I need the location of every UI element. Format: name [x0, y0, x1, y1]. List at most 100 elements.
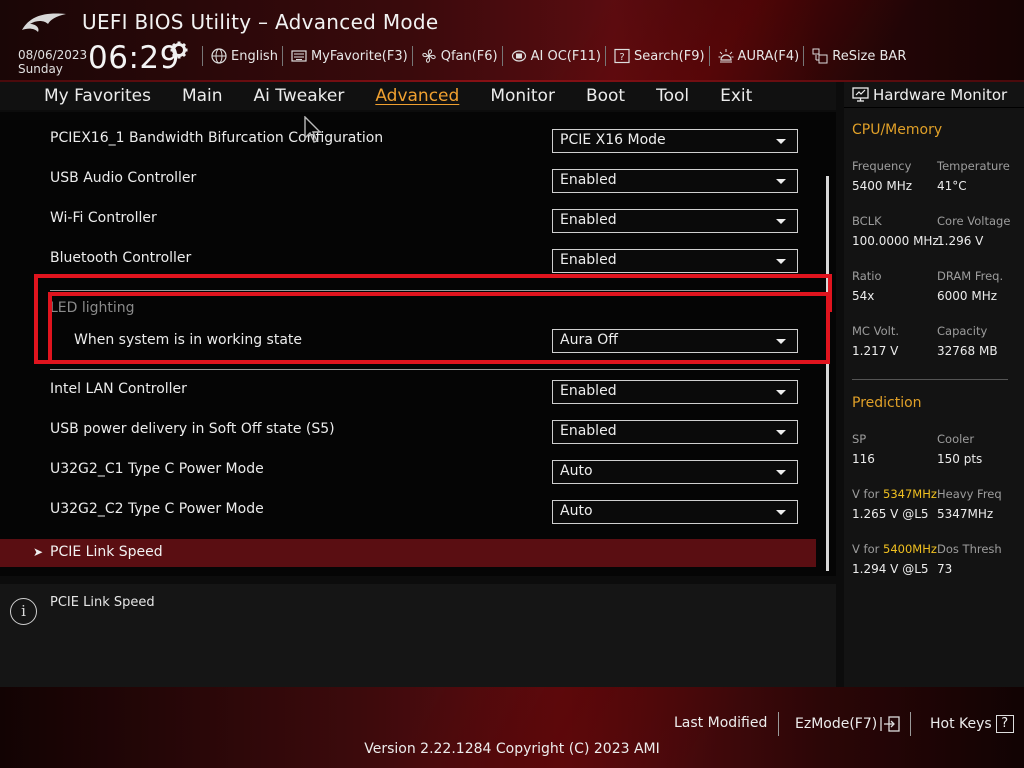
tab-advanced[interactable]: Advanced: [375, 86, 459, 106]
setting-label: USB power delivery in Soft Off state (S5…: [50, 421, 335, 437]
dropdown-arrow-icon: [776, 259, 786, 264]
ezmode-label: EzMode(F7): [795, 716, 878, 732]
exit-arrow-icon: [880, 716, 900, 732]
hw-label: Ratio: [852, 269, 882, 283]
keyboard-icon: [291, 50, 307, 62]
hw-value: 5400 MHz: [852, 179, 913, 193]
v-for-prefix: V for: [852, 542, 883, 556]
dropdown-arrow-icon: [776, 179, 786, 184]
settings-panel: PCIEX16_1 Bandwidth Bifurcation Configur…: [0, 112, 836, 576]
last-modified-label: Last Modified: [674, 715, 768, 731]
hw-value: 116: [852, 452, 875, 466]
question-icon: ?: [614, 48, 630, 64]
v-for-freq: 5347MHz: [883, 487, 937, 501]
hw-value: 73: [937, 562, 953, 576]
resize-bar-button[interactable]: ReSize BAR: [803, 46, 910, 66]
setting-label: USB Audio Controller: [50, 170, 197, 186]
hw-value: 54x: [852, 289, 875, 303]
aura-button[interactable]: AURA(F4): [708, 46, 804, 66]
hw-value: 1.296 V: [937, 234, 984, 248]
dropdown-value: Auto: [560, 463, 593, 479]
section-divider: [50, 369, 800, 370]
chip-icon: [511, 50, 526, 62]
footer-bar: Last Modified EzMode(F7) Hot Keys ? Vers…: [0, 687, 1024, 768]
hw-label: SP: [852, 432, 867, 446]
svg-text:?: ?: [619, 52, 624, 63]
aura-label: AURA(F4): [737, 48, 800, 64]
cpu-memory-title: CPU/Memory: [852, 122, 943, 138]
footer-divider: [778, 712, 779, 736]
tab-exit[interactable]: Exit: [720, 86, 752, 106]
dropdown-value: Enabled: [560, 383, 617, 399]
setting-label: Intel LAN Controller: [50, 381, 187, 397]
gear-icon[interactable]: [170, 41, 188, 59]
hw-label: Core Voltage: [937, 214, 1011, 228]
usb-audio-dropdown[interactable]: Enabled: [552, 169, 798, 193]
setting-label: PCIEX16_1 Bandwidth Bifurcation Configur…: [50, 130, 384, 146]
tab-tool[interactable]: Tool: [656, 86, 689, 106]
dropdown-arrow-icon: [776, 390, 786, 395]
search-button[interactable]: ? Search(F9): [604, 46, 709, 66]
footer-divider: [910, 712, 911, 736]
hw-value: 5347MHz: [937, 507, 994, 521]
setting-row-typec-c1: U32G2_C1 Type C Power Mode Auto: [0, 452, 820, 492]
myfavorite-label: MyFavorite(F3): [310, 48, 408, 64]
tab-monitor[interactable]: Monitor: [490, 86, 555, 106]
tab-main[interactable]: Main: [182, 86, 223, 106]
setting-row-typec-c2: U32G2_C2 Type C Power Mode Auto: [0, 492, 820, 532]
setting-row-bifurcation: PCIEX16_1 Bandwidth Bifurcation Configur…: [0, 121, 820, 161]
bifurcation-dropdown[interactable]: PCIE X16 Mode: [552, 129, 798, 153]
setting-row-usb-power: USB power delivery in Soft Off state (S5…: [0, 412, 820, 452]
hw-value: 41°C: [937, 179, 967, 193]
hw-label: V for 5347MHz: [852, 487, 937, 501]
qfan-button[interactable]: Qfan(F6): [411, 46, 502, 66]
bluetooth-dropdown[interactable]: Enabled: [552, 249, 798, 273]
tab-my-favorites[interactable]: My Favorites: [44, 86, 151, 106]
hw-label: Dos Thresh: [937, 542, 1002, 556]
dropdown-arrow-icon: [776, 430, 786, 435]
question-icon: ?: [995, 715, 1014, 733]
tab-ai-tweaker[interactable]: Ai Tweaker: [254, 86, 345, 106]
hw-label: Heavy Freq: [937, 487, 1002, 501]
resize-bar-icon: [812, 48, 828, 64]
info-icon: i: [10, 598, 37, 625]
last-modified-button[interactable]: Last Modified: [674, 715, 767, 731]
scrollbar[interactable]: [826, 176, 829, 571]
app-title: UEFI BIOS Utility – Advanced Mode: [82, 10, 439, 34]
setting-row-wifi: Wi-Fi Controller Enabled: [0, 201, 820, 241]
hw-value: 150 pts: [937, 452, 983, 466]
ai-oc-button[interactable]: AI OC(F11): [501, 46, 605, 66]
intel-lan-dropdown[interactable]: Enabled: [552, 380, 798, 404]
clock-display: 06:29: [88, 40, 180, 76]
setting-label: Wi-Fi Controller: [50, 210, 157, 226]
help-panel: i PCIE Link Speed: [0, 584, 836, 687]
usb-power-dropdown[interactable]: Enabled: [552, 420, 798, 444]
hw-value: 6000 MHz: [937, 289, 998, 303]
light-icon: [718, 49, 734, 63]
fan-icon: [422, 49, 436, 63]
hotkeys-label: Hot Keys: [930, 716, 992, 732]
hotkeys-button[interactable]: Hot Keys ?: [930, 715, 1014, 733]
typec-c2-dropdown[interactable]: Auto: [552, 500, 798, 524]
hw-value: 1.294 V @L5: [852, 562, 929, 576]
dropdown-value: PCIE X16 Mode: [560, 132, 666, 148]
language-label: English: [231, 48, 278, 64]
hw-value: 32768 MB: [937, 344, 998, 358]
hw-value: 100.0000 MHz: [852, 234, 939, 248]
typec-c1-dropdown[interactable]: Auto: [552, 460, 798, 484]
ezmode-button[interactable]: EzMode(F7): [795, 715, 901, 733]
dropdown-value: Enabled: [560, 423, 617, 439]
dropdown-arrow-icon: [776, 219, 786, 224]
wifi-dropdown[interactable]: Enabled: [552, 209, 798, 233]
myfavorite-button[interactable]: MyFavorite(F3): [281, 46, 412, 66]
rog-logo-icon: [22, 13, 66, 32]
language-button[interactable]: English: [202, 46, 282, 66]
help-text: PCIE Link Speed: [50, 595, 155, 610]
tab-boot[interactable]: Boot: [586, 86, 625, 106]
top-toolbar: English MyFavorite(F3) Qfan(F6) AI OC(F1…: [202, 46, 910, 66]
pcie-link-speed-submenu[interactable]: ➤ PCIE Link Speed: [0, 539, 816, 567]
hardware-monitor-panel: Hardware Monitor CPU/Memory Frequency 54…: [844, 82, 1024, 687]
hardware-monitor-title: Hardware Monitor: [873, 85, 1008, 104]
version-text: Version 2.22.1284 Copyright (C) 2023 AMI: [364, 741, 660, 757]
globe-icon: [211, 48, 227, 64]
